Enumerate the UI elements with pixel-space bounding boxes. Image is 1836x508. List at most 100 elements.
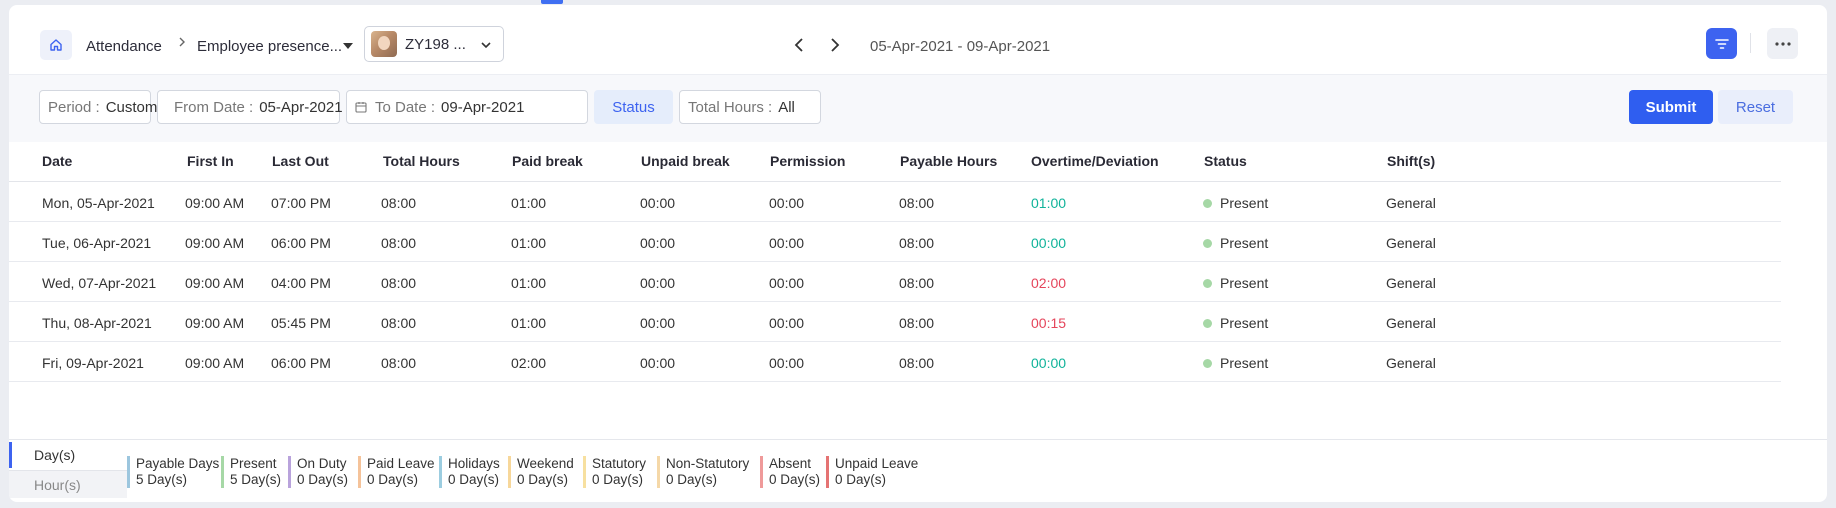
breadcrumb-attendance[interactable]: Attendance: [86, 38, 162, 55]
table-row[interactable]: Wed, 07-Apr-2021 09:00 AM 04:00 PM 08:00 01:…: [9, 262, 1781, 302]
table-body: Mon, 05-Apr-2021 09:00 AM 07:00 PM 08:00 01:…: [9, 182, 1781, 382]
table-row[interactable]: Mon, 05-Apr-2021 09:00 AM 07:00 PM 08:00 01:…: [9, 182, 1781, 222]
overtime-cell: 01:00: [1031, 195, 1067, 211]
legend-label: Non-Statutory: [666, 456, 750, 471]
legend-item: Holidays 0 Day(s): [439, 456, 500, 488]
status-cell: Present: [1203, 235, 1268, 251]
payable-cell: 08:00: [899, 355, 935, 371]
status-dot-icon: [1203, 239, 1212, 248]
last-out-cell: 05:45 PM: [271, 315, 331, 331]
first-in-cell: 09:00 AM: [185, 275, 245, 291]
legend-item: Non-Statutory 0 Day(s): [657, 456, 749, 488]
status-text: Present: [1220, 275, 1269, 291]
column-header: Date: [42, 153, 73, 169]
permission-cell: 00:00: [769, 235, 805, 251]
chevron-down-icon: [481, 42, 491, 49]
total-hours-label: Total Hours :: [688, 98, 773, 116]
overtime-cell: 02:00: [1031, 275, 1067, 291]
overtime-cell: 00:15: [1031, 315, 1067, 331]
date-cell: Mon, 05-Apr-2021: [42, 195, 155, 211]
permission-cell: 00:00: [769, 195, 805, 211]
total-cell: 08:00: [381, 355, 417, 371]
table-row[interactable]: Fri, 09-Apr-2021 09:00 AM 06:00 PM 08:00 02:…: [9, 342, 1781, 382]
column-header: First In: [187, 153, 234, 169]
payable-cell: 08:00: [899, 275, 935, 291]
column-header: Unpaid break: [641, 153, 730, 169]
tab-days[interactable]: Day(s): [9, 442, 127, 468]
tab-hours[interactable]: Hour(s): [9, 470, 127, 498]
total-cell: 08:00: [381, 315, 417, 331]
home-button[interactable]: [40, 30, 72, 60]
employee-select[interactable]: ZY198 ...: [364, 26, 504, 62]
payable-cell: 08:00: [899, 195, 935, 211]
breadcrumb-employee-presence[interactable]: Employee presence...: [197, 38, 342, 55]
status-dot-icon: [1203, 359, 1212, 368]
legend-label: Statutory: [592, 456, 647, 471]
attendance-table: Date First In Last Out Total Hours Paid brea…: [9, 142, 1781, 382]
paid-cell: 01:00: [511, 235, 547, 251]
total-cell: 08:00: [381, 235, 417, 251]
calendar-icon: [355, 102, 367, 113]
status-text: Present: [1220, 315, 1269, 331]
unpaid-cell: 00:00: [640, 235, 676, 251]
status-dot-icon: [1203, 279, 1212, 288]
next-period-icon[interactable]: [829, 36, 841, 54]
legend-label: Holidays: [448, 456, 500, 471]
from-date-filter[interactable]: From Date : 05-Apr-2021: [157, 90, 343, 124]
shift-cell: General: [1386, 235, 1436, 251]
column-header: Shift(s): [1387, 153, 1436, 169]
first-in-cell: 09:00 AM: [185, 315, 245, 331]
caret-down-icon[interactable]: [343, 43, 353, 49]
status-dot-icon: [1203, 319, 1212, 328]
previous-period-icon[interactable]: [793, 36, 805, 54]
reset-button[interactable]: Reset: [1718, 90, 1793, 124]
permission-cell: 00:00: [769, 275, 805, 291]
first-in-cell: 09:00 AM: [185, 235, 245, 251]
table-row[interactable]: Thu, 08-Apr-2021 09:00 AM 05:45 PM 08:00 01:…: [9, 302, 1781, 342]
filter-icon: [1714, 38, 1729, 49]
legend-value: 5 Day(s): [230, 472, 282, 487]
legend-label: Present: [230, 456, 277, 471]
avatar: [371, 31, 397, 57]
legend-value: 0 Day(s): [592, 472, 644, 487]
column-header: Status: [1204, 153, 1247, 169]
table-row[interactable]: Tue, 06-Apr-2021 09:00 AM 06:00 PM 08:00 01:…: [9, 222, 1781, 262]
period-filter[interactable]: Period : Custom: [39, 90, 157, 124]
legend-item: Weekend 0 Day(s): [508, 456, 574, 488]
legend-value: 0 Day(s): [297, 472, 349, 487]
overtime-cell: 00:00: [1031, 235, 1067, 251]
legend-label: Unpaid Leave: [835, 456, 919, 471]
active-tab-indicator: [541, 0, 563, 4]
status-filter-button[interactable]: Status: [594, 90, 673, 124]
total-hours-filter[interactable]: Total Hours : All: [679, 90, 821, 124]
column-header: Permission: [770, 153, 846, 169]
submit-button[interactable]: Submit: [1629, 90, 1713, 124]
total-hours-value: All: [778, 98, 795, 116]
status-text: Present: [1220, 355, 1269, 371]
shift-cell: General: [1386, 195, 1436, 211]
main-panel: Attendance Employee presence... ZY198 ..…: [9, 5, 1827, 502]
paid-cell: 01:00: [511, 315, 547, 331]
header-divider: [1750, 33, 1751, 53]
status-cell: Present: [1203, 195, 1268, 211]
overtime-cell: 00:00: [1031, 355, 1067, 371]
to-date-value: 09-Apr-2021: [441, 98, 525, 116]
shift-cell: General: [1386, 315, 1436, 331]
date-cell: Thu, 08-Apr-2021: [42, 315, 152, 331]
legend-item: On Duty 0 Day(s): [288, 456, 348, 488]
to-date-filter[interactable]: To Date : 09-Apr-2021: [346, 90, 588, 124]
filter-button[interactable]: [1706, 28, 1737, 59]
payable-cell: 08:00: [899, 235, 935, 251]
more-options-button[interactable]: [1767, 28, 1798, 59]
legend-value: 0 Day(s): [367, 472, 419, 487]
paid-cell: 01:00: [511, 195, 547, 211]
legend-item: Absent 0 Day(s): [760, 456, 820, 488]
column-header: Overtime/Deviation: [1031, 153, 1159, 169]
legend-value: 0 Day(s): [448, 472, 500, 487]
period-label: Period :: [48, 98, 100, 116]
to-date-label: To Date :: [375, 98, 436, 116]
paid-cell: 01:00: [511, 275, 547, 291]
breadcrumb-chevron-icon: [179, 37, 185, 47]
total-cell: 08:00: [381, 275, 417, 291]
status-text: Present: [1220, 195, 1269, 211]
